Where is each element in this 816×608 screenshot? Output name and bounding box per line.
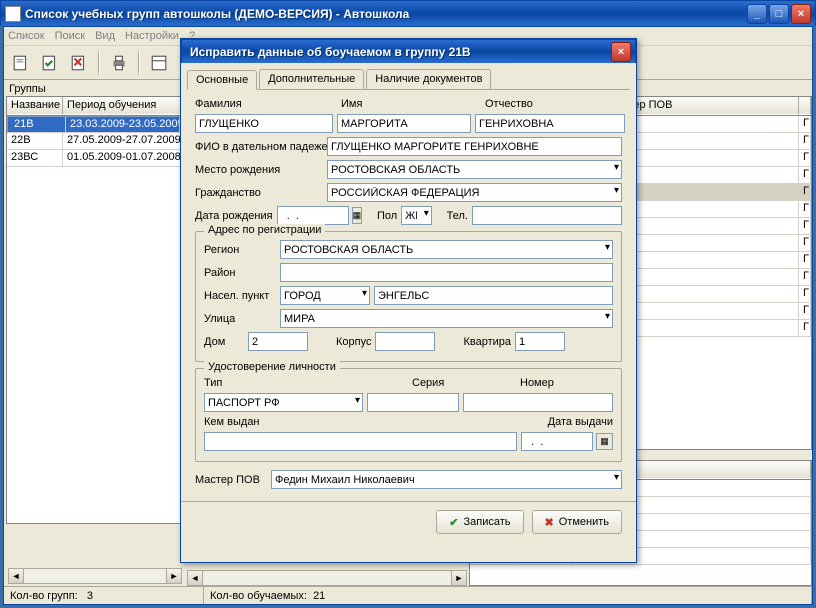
menu-search[interactable]: Поиск bbox=[55, 30, 85, 42]
toolbar-btn-5[interactable] bbox=[146, 50, 172, 76]
save-button-label: Записать bbox=[464, 516, 511, 528]
id-group-title: Удостоверение личности bbox=[204, 361, 340, 373]
tel-input[interactable] bbox=[472, 206, 622, 225]
toolbar-btn-2[interactable] bbox=[37, 50, 63, 76]
korpus-input[interactable] bbox=[375, 332, 435, 351]
locality-type-select[interactable] bbox=[280, 286, 370, 305]
maximize-button[interactable]: □ bbox=[769, 4, 789, 24]
dialog-close-button[interactable]: × bbox=[611, 42, 631, 62]
idtype-label: Тип bbox=[204, 377, 234, 389]
main-hscroll[interactable]: ◄► bbox=[187, 570, 467, 586]
series-input[interactable] bbox=[367, 393, 459, 412]
house-label: Дом bbox=[204, 336, 244, 348]
groups-col-name[interactable]: Название bbox=[7, 97, 63, 115]
street-select[interactable] bbox=[280, 309, 613, 328]
tab-docs[interactable]: Наличие документов bbox=[366, 69, 491, 89]
fio-dat-input[interactable] bbox=[327, 137, 622, 156]
save-button[interactable]: ✔Записать bbox=[436, 510, 523, 534]
issued-label: Кем выдан bbox=[204, 416, 264, 428]
table-row[interactable]: 22В27.05.2009-27.07.2009 bbox=[7, 133, 183, 150]
locality-label: Насел. пункт bbox=[204, 290, 276, 302]
birthplace-select[interactable] bbox=[327, 160, 622, 179]
issue-date-label: Дата выдачи bbox=[548, 416, 613, 428]
birthdate-input[interactable] bbox=[277, 206, 349, 225]
district-label: Район bbox=[204, 267, 276, 279]
dialog-title: Исправить данные об боучаемом в группу 2… bbox=[186, 45, 611, 59]
name-input[interactable] bbox=[337, 114, 471, 133]
groups-col-period[interactable]: Период обучения bbox=[63, 97, 183, 115]
citizenship-select[interactable] bbox=[327, 183, 622, 202]
main-titlebar[interactable]: Список учебных групп автошколы (ДЕМО-ВЕР… bbox=[0, 0, 816, 26]
cancel-button-label: Отменить bbox=[559, 516, 609, 528]
toolbar-print-button[interactable] bbox=[106, 50, 132, 76]
master-label: Мастер ПОВ bbox=[195, 474, 267, 486]
series-label: Серия bbox=[412, 377, 472, 389]
window-title: Список учебных групп автошколы (ДЕМО-ВЕР… bbox=[25, 7, 747, 21]
birthdate-picker-button[interactable]: ▦ bbox=[352, 207, 363, 224]
fio-dat-label: ФИО в дательном падеже bbox=[195, 141, 323, 153]
birthplace-label: Место рождения bbox=[195, 164, 323, 176]
table-row[interactable]: 21В23.03.2009-23.05.2009 bbox=[7, 116, 183, 133]
issue-date-input[interactable] bbox=[521, 432, 593, 451]
citizenship-label: Гражданство bbox=[195, 187, 323, 199]
status-students-label: Кол-во обучаемых: bbox=[210, 590, 307, 602]
flat-label: Квартира bbox=[463, 336, 511, 348]
menu-settings[interactable]: Настройки bbox=[125, 30, 179, 42]
surname-input[interactable] bbox=[195, 114, 333, 133]
birthdate-label: Дата рождения bbox=[195, 210, 273, 222]
dialog-titlebar[interactable]: Исправить данные об боучаемом в группу 2… bbox=[181, 39, 636, 63]
patr-label: Отчество bbox=[485, 98, 622, 110]
tel-label: Тел. bbox=[447, 210, 468, 222]
sex-select[interactable] bbox=[401, 206, 432, 225]
edit-student-dialog: Исправить данные об боучаемом в группу 2… bbox=[180, 38, 637, 563]
table-row[interactable]: 23ВС01.05.2009-01.07.2008 bbox=[7, 150, 183, 167]
sex-label: Пол bbox=[377, 210, 397, 222]
surname-label: Фамилия bbox=[195, 98, 337, 110]
korpus-label: Корпус bbox=[336, 336, 371, 348]
status-groups-count: 3 bbox=[87, 590, 93, 602]
status-groups-label: Кол-во групп: bbox=[10, 590, 78, 602]
app-icon bbox=[5, 6, 21, 22]
menu-list[interactable]: Список bbox=[8, 30, 45, 42]
tab-main[interactable]: Основные bbox=[187, 70, 257, 90]
statusbar: Кол-во групп: 3 Кол-во обучаемых: 21 bbox=[4, 586, 812, 604]
reg-group-title: Адрес по регистрации bbox=[204, 224, 325, 236]
flat-input[interactable] bbox=[515, 332, 565, 351]
close-button[interactable]: × bbox=[791, 4, 811, 24]
district-input[interactable] bbox=[280, 263, 613, 282]
region-label: Регион bbox=[204, 244, 276, 256]
groups-panel-title: Группы bbox=[6, 82, 184, 96]
locality-input[interactable] bbox=[374, 286, 613, 305]
menu-view[interactable]: Вид bbox=[95, 30, 115, 42]
toolbar-btn-1[interactable] bbox=[8, 50, 34, 76]
groups-hscroll[interactable]: ◄► bbox=[8, 568, 182, 584]
street-label: Улица bbox=[204, 313, 276, 325]
toolbar-btn-3[interactable] bbox=[66, 50, 92, 76]
master-select[interactable] bbox=[271, 470, 622, 489]
idtype-select[interactable] bbox=[204, 393, 363, 412]
number-label: Номер bbox=[520, 377, 554, 389]
issued-input[interactable] bbox=[204, 432, 517, 451]
number-input[interactable] bbox=[463, 393, 613, 412]
patr-input[interactable] bbox=[475, 114, 625, 133]
issue-date-picker-button[interactable]: ▦ bbox=[596, 433, 613, 450]
cancel-button[interactable]: ✖Отменить bbox=[532, 510, 622, 534]
status-students-count: 21 bbox=[313, 590, 325, 602]
name-label: Имя bbox=[341, 98, 481, 110]
tab-extra[interactable]: Дополнительные bbox=[259, 69, 364, 89]
region-select[interactable] bbox=[280, 240, 613, 259]
house-input[interactable] bbox=[248, 332, 308, 351]
minimize-button[interactable]: _ bbox=[747, 4, 767, 24]
